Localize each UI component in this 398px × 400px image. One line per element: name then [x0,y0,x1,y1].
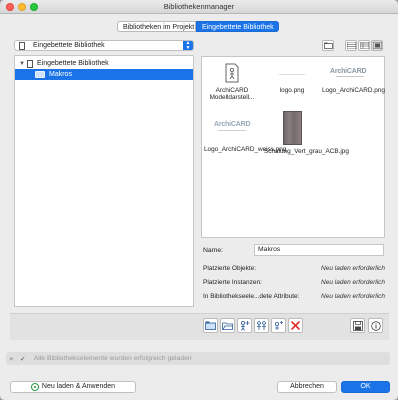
info-icon [370,320,381,331]
delete-x-icon [291,321,300,330]
tree-item-label: Eingebettete Bibliothek [37,60,109,67]
image-thumbnail [277,63,307,80]
file-label: Logo_ArchiCARD_weiss.png [204,146,287,153]
library-select[interactable]: Eingebettete Bibliothek ▲ ▼ [14,40,194,51]
new-folder-button[interactable] [322,40,334,51]
property-row: In Bibliothekseele...dete Attribute: Neu… [203,293,385,300]
document-icon [27,59,33,68]
file-item[interactable]: ArchiCARD Logo_ArchiCARD_weiss.png [204,111,287,153]
tree-item-label: Makros [49,71,72,78]
file-item[interactable]: logo.png [264,63,320,94]
property-row: Platzierte Instanzen: Neu laden erforder… [203,279,385,286]
list-view-icon [346,42,356,49]
reload-icon [30,383,39,391]
detail-view-button[interactable] [358,40,370,51]
delete-button[interactable] [288,318,303,333]
library-select-value: Eingebettete Bibliothek [33,42,105,49]
checkmark-icon: ✓ [19,355,26,363]
chevron-updown-icon: ▲ ▼ [183,41,193,50]
disclosure-triangle-icon[interactable]: ▼ [19,61,27,67]
library-manager-window: Bibliothekenmanager Bibliotheken im Proj… [0,0,398,400]
detail-view-icon [359,42,369,49]
reload-apply-label: Neu laden & Anwenden [41,383,116,390]
disclosure-triangle-icon[interactable]: ▶ [10,356,14,362]
name-label: Name: [203,247,224,254]
folder-icon [35,71,45,78]
file-preview-panel: ArchiCARD Modelldarstell... logo.png Arc… [201,56,385,238]
property-row: Platzierte Objekte: Neu laden erforderli… [203,265,385,272]
group-objects-button[interactable] [254,318,269,333]
file-label: ArchiCARD Modelldarstell... [209,87,255,102]
thumbnail-view-button[interactable] [371,40,383,51]
file-item[interactable]: ArchiCARD Logo_ArchiCARD.png [322,63,385,94]
list-view-button[interactable] [345,40,357,51]
file-item[interactable]: ArchiCARD Modelldarstell... [204,63,260,102]
action-toolbar [10,313,389,340]
status-message: Alle Bibliothekselemente wurden erfolgre… [33,355,192,362]
file-label: logo.png [279,87,305,94]
document-icon [19,41,25,50]
texture-thumbnail [282,111,302,145]
thumbnail-view-icon [372,42,382,49]
file-label: Schalung_Vert_grau_ACB.jpg [264,148,349,155]
add-library-button[interactable] [203,318,218,333]
save-button[interactable] [350,318,365,333]
image-thumbnail: ArchiCARD [212,119,252,136]
folder-icon [323,42,333,49]
info-button[interactable] [368,318,383,333]
person-plus-icon [241,320,250,331]
open-folder-button[interactable] [220,318,235,333]
tree-item-embedded-library[interactable]: ▼ Eingebettete Bibliothek [15,58,193,69]
file-label: Logo_ArchiCARD.png [322,87,385,94]
ok-button[interactable]: OK [341,381,390,393]
image-thumbnail: ArchiCARD [330,68,367,77]
library-tabs: Bibliotheken im Projekt Eingebettete Bib… [117,21,279,32]
file-item[interactable]: Schalung_Vert_grau_ACB.jpg [264,111,349,155]
folder-plus-icon [205,321,216,330]
cancel-button[interactable]: Abbrechen [277,381,337,393]
gsm-object-icon [225,63,239,83]
status-bar: ▶ ✓ Alle Bibliothekselemente wurden erfo… [6,352,390,365]
tab-embedded-library[interactable]: Eingebettete Bibliothek [196,21,279,32]
name-field[interactable]: Makros [254,244,384,256]
folder-open-icon [222,322,233,330]
library-tree: ▼ Eingebettete Bibliothek Makros [14,55,194,307]
object-plus-icon [275,321,283,330]
reload-apply-button[interactable]: Neu laden & Anwenden [10,381,136,393]
add-object-button[interactable] [271,318,286,333]
new-object-button[interactable] [237,318,252,333]
tab-libraries-in-project[interactable]: Bibliotheken im Projekt [117,21,196,32]
tree-item-makros[interactable]: Makros [15,69,193,80]
window-title: Bibliothekenmanager [163,2,235,11]
title-bar: Bibliothekenmanager [0,0,398,14]
save-icon [352,320,363,331]
group-icon [256,321,266,330]
